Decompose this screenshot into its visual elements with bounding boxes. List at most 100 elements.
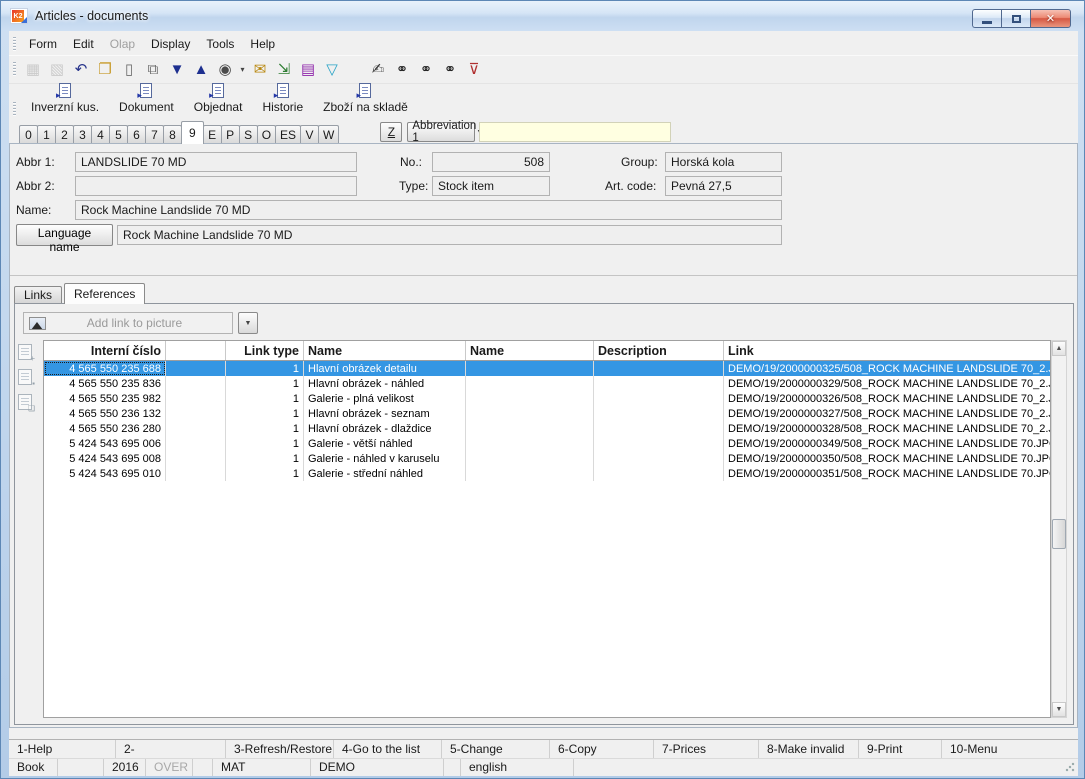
menu-item[interactable]: Tools — [198, 34, 242, 54]
function-key[interactable]: 1-Help — [9, 740, 116, 758]
copy-record-icon[interactable]: ❏ — [18, 394, 32, 410]
page-tab[interactable]: 6 — [127, 125, 146, 143]
language-name-field[interactable]: Rock Machine Landslide 70 MD — [117, 225, 782, 245]
type-field[interactable]: Stock item — [432, 176, 550, 196]
save-icon[interactable]: ▦ — [21, 58, 45, 80]
save-as-icon[interactable]: ▧ — [45, 58, 69, 80]
page-tab[interactable]: S — [239, 125, 258, 143]
filter-document-icon[interactable]: ⊽ — [462, 58, 486, 80]
detail-tab[interactable]: References — [64, 283, 145, 304]
find-icon[interactable]: ⚭ — [390, 58, 414, 80]
page-tab[interactable]: E — [203, 125, 222, 143]
mail-icon[interactable]: ✉ — [248, 58, 272, 80]
toolbar-grip[interactable] — [13, 102, 16, 117]
open-folder-icon[interactable]: ❐ — [93, 58, 117, 80]
function-key[interactable]: 2- — [116, 740, 226, 758]
action-button[interactable]: ▸ Zboží na skladě — [316, 80, 415, 117]
group-field[interactable]: Horská kola — [665, 152, 782, 172]
menu-item[interactable]: Form — [21, 34, 65, 54]
catalog-icon[interactable]: ▤ — [296, 58, 320, 80]
z-button[interactable]: Z — [380, 122, 402, 142]
scroll-up-icon[interactable]: ▲ — [1052, 341, 1066, 356]
action-button[interactable]: ▸ Inverzní kus. — [24, 80, 106, 117]
function-key[interactable]: 8-Make invalid — [759, 740, 859, 758]
minimize-button[interactable] — [972, 9, 1001, 28]
function-key[interactable]: 7-Prices — [654, 740, 759, 758]
Galerie - střední náhled[interactable]: 5 424 543 695 010 1 Galerie - střední ná… — [44, 466, 1050, 481]
page-tab[interactable]: W — [318, 125, 339, 143]
menu-item[interactable]: Display — [143, 34, 198, 54]
page-tab[interactable]: 3 — [73, 125, 92, 143]
Hlavní obrázek detailu[interactable]: 4 565 550 235 688 1 Hlavní obrázek detai… — [44, 361, 1050, 376]
page-tab[interactable]: 1 — [37, 125, 56, 143]
close-button[interactable]: ✕ — [1030, 9, 1071, 28]
name-field[interactable]: Rock Machine Landslide 70 MD — [75, 200, 782, 220]
Galerie - plná velikost[interactable]: 4 565 550 235 982 1 Galerie - plná velik… — [44, 391, 1050, 406]
resize-grip-icon[interactable] — [1065, 762, 1075, 772]
page-tab[interactable]: 5 — [109, 125, 128, 143]
camera-icon[interactable]: ◉ — [213, 58, 237, 80]
find-previous-icon[interactable]: ⚭ — [414, 58, 438, 80]
find-next-icon[interactable]: ⚭ — [438, 58, 462, 80]
vertical-scrollbar[interactable]: ▲ ▼ — [1051, 340, 1067, 718]
function-key[interactable]: 10-Menu — [942, 740, 1078, 758]
column-header-spacer[interactable] — [166, 341, 226, 360]
abbreviation-combo[interactable]: Abbreviation 1 ▼ — [407, 122, 475, 142]
function-key[interactable]: 6-Copy — [550, 740, 654, 758]
column-header-link-type[interactable]: Link type — [226, 341, 304, 360]
new-document-icon[interactable]: ▯ — [117, 58, 141, 80]
toolbar-grip[interactable] — [13, 37, 16, 52]
move-down-icon[interactable]: ▼ — [165, 58, 189, 80]
column-header-description[interactable]: Description — [594, 341, 724, 360]
Hlavní obrázek - náhled[interactable]: 4 565 550 235 836 1 Hlavní obrázek - náh… — [44, 376, 1050, 391]
maximize-button[interactable] — [1001, 9, 1030, 28]
action-button[interactable]: ▸ Dokument — [112, 80, 181, 117]
picture-record-icon[interactable]: ▪ — [18, 369, 32, 385]
undo-icon[interactable]: ↶ — [69, 58, 93, 80]
page-tab[interactable]: 8 — [163, 125, 182, 143]
page-tab[interactable]: ES — [275, 125, 301, 143]
abbr1-field[interactable]: LANDSLIDE 70 MD — [75, 152, 357, 172]
filter-icon[interactable]: ▽ — [320, 58, 344, 80]
page-tab[interactable]: V — [300, 125, 319, 143]
menu-item[interactable]: Olap — [102, 34, 143, 54]
menu-item[interactable]: Edit — [65, 34, 102, 54]
Hlavní obrázek - dlaždice[interactable]: 4 565 550 236 280 1 Hlavní obrázek - dla… — [44, 421, 1050, 436]
scrollbar-thumb[interactable] — [1052, 519, 1066, 549]
abbr2-field[interactable] — [75, 176, 357, 196]
page-tab[interactable]: P — [221, 125, 240, 143]
Galerie - náhled v karuselu[interactable]: 5 424 543 695 008 1 Galerie - náhled v k… — [44, 451, 1050, 466]
quick-search-input[interactable] — [479, 122, 671, 142]
action-button[interactable]: ▸ Objednat — [187, 80, 250, 117]
art-code-field[interactable]: Pevná 27,5 — [665, 176, 782, 196]
title-bar[interactable]: K2 Articles - documents ✕ — [1, 1, 1084, 31]
page-tab[interactable]: 2 — [55, 125, 74, 143]
function-key[interactable]: 3-Refresh/Restore — [226, 740, 334, 758]
page-tab[interactable]: 9 — [181, 121, 204, 144]
language-name-button[interactable]: Language name — [16, 224, 113, 246]
function-key[interactable]: 4-Go to the list — [334, 740, 442, 758]
action-button[interactable]: ▸ Historie — [255, 80, 310, 117]
Hlavní obrázek - seznam[interactable]: 4 565 550 236 132 1 Hlavní obrázek - sez… — [44, 406, 1050, 421]
toolbar-grip[interactable] — [13, 62, 16, 77]
camera-menu-icon[interactable]: ▾ — [237, 58, 248, 80]
Galerie - větší náhled[interactable]: 5 424 543 695 006 1 Galerie - větší náhl… — [44, 436, 1050, 451]
page-tab[interactable]: 0 — [19, 125, 38, 143]
copy-document-icon[interactable]: ⧉ — [141, 58, 165, 80]
export-icon[interactable]: ⇲ — [272, 58, 296, 80]
move-up-icon[interactable]: ▲ — [189, 58, 213, 80]
function-key[interactable]: 9-Print — [859, 740, 942, 758]
column-header-link[interactable]: Link — [724, 341, 1050, 360]
menu-item[interactable]: Help — [242, 34, 283, 54]
column-header-internal-number[interactable]: Interní číslo — [44, 341, 166, 360]
function-key[interactable]: 5-Change — [442, 740, 550, 758]
no-field[interactable]: 508 — [432, 152, 550, 172]
add-record-icon[interactable]: + — [18, 344, 32, 360]
detail-tab[interactable]: Links — [14, 286, 62, 303]
scroll-down-icon[interactable]: ▼ — [1052, 702, 1066, 717]
page-tab[interactable]: 7 — [145, 125, 164, 143]
page-tab[interactable]: 4 — [91, 125, 110, 143]
column-header-name2[interactable]: Name — [466, 341, 594, 360]
column-header-name[interactable]: Name — [304, 341, 466, 360]
add-link-to-picture-button[interactable]: Add link to picture — [23, 312, 233, 334]
